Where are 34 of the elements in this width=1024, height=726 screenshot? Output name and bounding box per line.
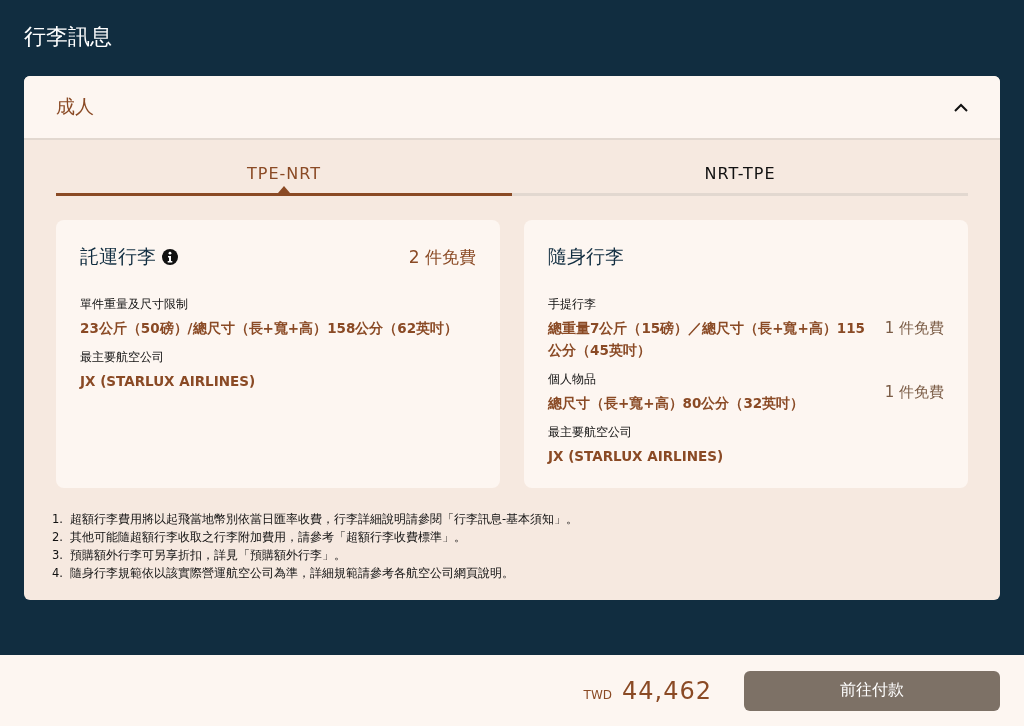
allowance-text: 1 件免費 bbox=[884, 319, 944, 338]
note-number: 2. bbox=[52, 529, 64, 546]
item-label: 最主要航空公司 bbox=[80, 349, 165, 366]
accordion-header[interactable]: 成人 bbox=[24, 76, 1000, 140]
tab[interactable]: TPE-NRT bbox=[56, 164, 512, 196]
info-icon[interactable] bbox=[162, 249, 178, 265]
item-label: 手提行李 bbox=[548, 296, 597, 313]
allowance-text: 2 件免費 bbox=[408, 245, 476, 269]
allowance-text: 1 件免費 bbox=[884, 383, 944, 402]
pay-button[interactable]: 前往付款 bbox=[744, 670, 1000, 711]
note-text: 隨身行李規範依以該實際營運航空公司為準，詳細規範請參考各航空公司網頁說明。 bbox=[70, 565, 514, 582]
tab[interactable]: NRT-TPE bbox=[512, 164, 968, 196]
item-value: 23公斤（50磅）/總尺寸（長+寬+高）158公分（62英吋） bbox=[80, 319, 459, 338]
item-label: 單件重量及尺寸限制 bbox=[80, 296, 189, 313]
chevron-up-icon[interactable] bbox=[954, 102, 968, 112]
page-title: 行李訊息 bbox=[24, 23, 113, 51]
item-label: 個人物品 bbox=[548, 371, 597, 388]
note-text: 其他可能隨超額行李收取之行李附加費用，請參考「超額行李收費標準」。 bbox=[70, 529, 466, 546]
item-value: JX (STARLUX AIRLINES) bbox=[548, 447, 724, 466]
note-text: 預購額外行李可另享折扣，詳見「預購額外行李」。 bbox=[70, 547, 346, 564]
note-number: 3. bbox=[52, 547, 64, 564]
card-title: 託運行李 bbox=[80, 244, 156, 269]
note-number: 1. bbox=[52, 511, 64, 528]
item-label: 最主要航空公司 bbox=[548, 424, 633, 441]
item-value: JX (STARLUX AIRLINES) bbox=[80, 372, 256, 391]
price-amount: 44,462 bbox=[622, 676, 712, 705]
currency-label: TWD bbox=[583, 687, 612, 702]
item-value: 總尺寸（長+寬+高）80公分（32英吋） bbox=[548, 394, 805, 413]
tab-pointer-icon bbox=[278, 186, 290, 193]
section-label: 成人 bbox=[56, 94, 94, 119]
note-text: 超額行李費用將以起飛當地幣別依當日匯率收費，行李詳細說明請參閱「行李訊息-基本須知」。 bbox=[70, 511, 579, 528]
card-title: 隨身行李 bbox=[548, 244, 624, 269]
note-number: 4. bbox=[52, 565, 64, 582]
item-value: 總重量7公斤（15磅）／總尺寸（長+寬+高）115公分（45英吋） bbox=[548, 319, 866, 360]
